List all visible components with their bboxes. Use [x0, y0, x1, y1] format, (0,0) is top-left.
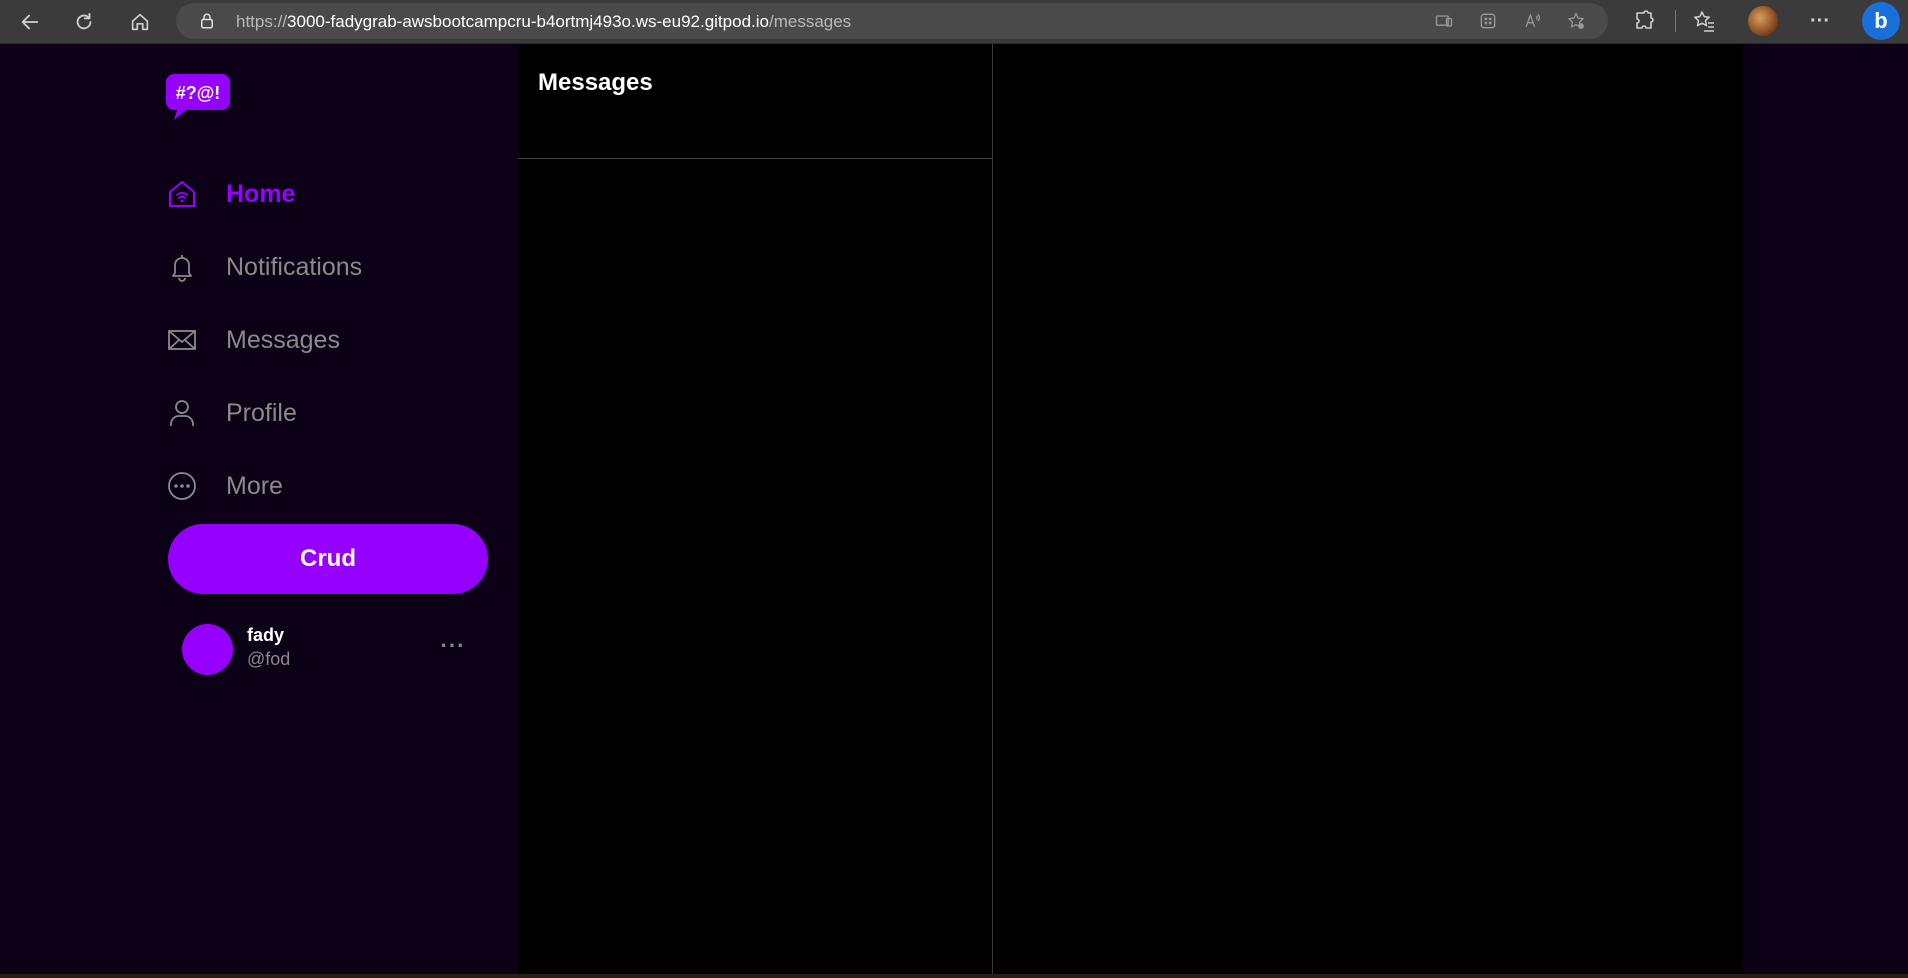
favorites-button[interactable] — [1692, 9, 1716, 33]
back-button[interactable] — [14, 6, 46, 38]
house-icon — [131, 13, 149, 31]
sidebar-item-profile[interactable]: Profile — [166, 391, 426, 435]
conversation-panel — [993, 44, 1743, 974]
logo-text: #?@! — [176, 83, 221, 103]
sidebar-item-label: Profile — [226, 398, 297, 427]
sidebar-item-more[interactable]: More — [166, 464, 426, 508]
url-path: /messages — [768, 12, 852, 31]
page-title: Messages — [538, 69, 653, 96]
messages-header: Messages — [518, 44, 993, 159]
sidebar-item-messages[interactable]: Messages — [166, 318, 426, 362]
sidebar-item-label: Notifications — [226, 252, 363, 281]
avatar — [182, 624, 233, 675]
home-page-button[interactable] — [124, 6, 156, 38]
back-arrow-icon — [21, 14, 39, 30]
app-available-icon[interactable] — [1434, 11, 1454, 31]
grid-apps-icon[interactable] — [1478, 11, 1498, 31]
toolbar-separator — [1675, 10, 1676, 32]
browser-profile-avatar[interactable] — [1748, 6, 1778, 36]
extensions-button[interactable] — [1632, 9, 1656, 33]
browser-menu-icon[interactable]: ··· — [1808, 9, 1832, 33]
app-root: #?@! Home Notifications Messages Profile… — [0, 44, 1908, 974]
url-scheme: https:// — [236, 12, 288, 31]
home-icon — [166, 178, 198, 210]
read-aloud-icon[interactable] — [1522, 11, 1542, 31]
sidebar-item-notifications[interactable]: Notifications — [166, 245, 426, 289]
envelope-icon — [166, 324, 198, 356]
bing-chat-icon[interactable]: b — [1862, 2, 1900, 40]
message-groups-panel: Messages — [518, 44, 993, 974]
url-text: https://3000-fadygrab-awsbootcampcru-b4o… — [236, 12, 851, 32]
app-logo[interactable]: #?@! — [166, 70, 230, 122]
crud-button[interactable]: Crud — [168, 524, 488, 594]
sidebar-item-label: More — [226, 471, 283, 500]
refresh-button[interactable] — [68, 6, 100, 38]
taskbar-edge — [0, 974, 1908, 978]
puzzle-icon — [1636, 10, 1654, 29]
bell-icon — [166, 251, 198, 283]
sidebar: #?@! Home Notifications Messages Profile… — [0, 44, 518, 974]
favorite-add-icon[interactable] — [1566, 11, 1586, 31]
sidebar-item-home[interactable]: Home — [166, 172, 426, 216]
ellipsis-circle-icon — [166, 470, 198, 502]
browser-toolbar: https://3000-fadygrab-awsbootcampcru-b4o… — [0, 0, 1908, 44]
favorites-star-list-icon — [1694, 11, 1714, 32]
display-name: fady — [247, 625, 285, 645]
url-host: 3000-fadygrab-awsbootcampcru-b4ortmj493o… — [287, 12, 769, 31]
profile-more-icon[interactable]: ··· — [438, 633, 468, 658]
user-handle: @fod — [247, 649, 291, 669]
refresh-icon — [76, 12, 92, 30]
address-bar[interactable]: https://3000-fadygrab-awsbootcampcru-b4o… — [176, 3, 1608, 39]
speech-bubble-logo-icon: #?@! — [166, 74, 230, 120]
person-icon — [166, 397, 198, 429]
sidebar-item-label: Home — [226, 179, 296, 208]
profile-info[interactable]: fady @fod ··· — [182, 622, 482, 682]
lock-icon — [201, 13, 213, 29]
sidebar-item-label: Messages — [226, 325, 340, 354]
